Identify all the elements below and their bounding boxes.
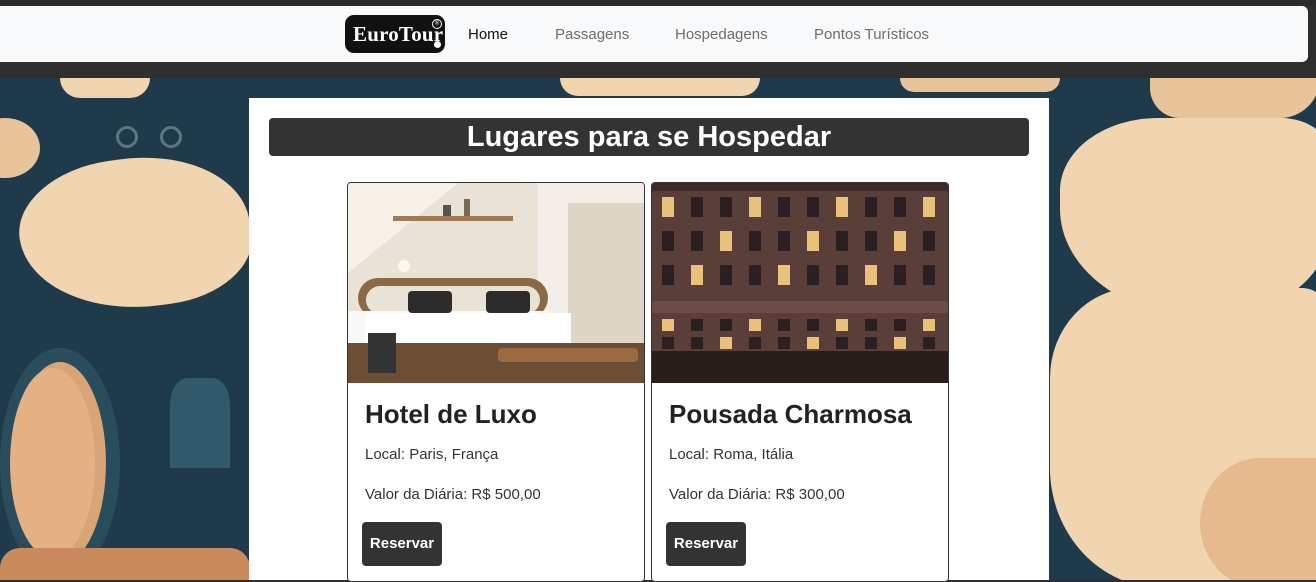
hotel-price: Valor da Diária: R$ 500,00 (365, 486, 541, 503)
reserve-button[interactable]: Reservar (362, 522, 442, 566)
registered-mark-icon: ® (432, 19, 442, 29)
hotel-name: Pousada Charmosa (669, 399, 912, 429)
nav-hospedagens[interactable]: Hospedagens (675, 26, 768, 43)
hotel-card: Hotel de Luxo Local: Paris, França Valor… (347, 182, 645, 582)
nav-home[interactable]: Home (468, 26, 508, 43)
navbar: EuroTour ® Home Passagens Hospedagens Po… (0, 6, 1308, 62)
nav-passagens[interactable]: Passagens (555, 26, 629, 43)
reserve-button[interactable]: Reservar (666, 522, 746, 566)
hotel-card: Pousada Charmosa Local: Roma, Itália Val… (651, 182, 949, 582)
navbar-shadow-strip (0, 62, 1316, 78)
hotel-location: Local: Paris, França (365, 446, 499, 463)
hotel-price: Valor da Diária: R$ 300,00 (669, 486, 845, 503)
main-panel: Lugares para se Hospedar Hotel de Luxo L… (249, 98, 1049, 582)
nav-pontos-turisticos[interactable]: Pontos Turísticos (814, 26, 929, 43)
brand-logo[interactable]: EuroTour ® (345, 15, 445, 53)
hotel-name: Hotel de Luxo (365, 399, 537, 429)
brand-name: EuroTour (353, 22, 444, 46)
hotel-location: Local: Roma, Itália (669, 446, 794, 463)
hotel-facade-image (652, 183, 948, 383)
logo-dot-icon (434, 41, 441, 48)
hotel-room-image (348, 183, 644, 383)
page-title: Lugares para se Hospedar (269, 118, 1029, 156)
